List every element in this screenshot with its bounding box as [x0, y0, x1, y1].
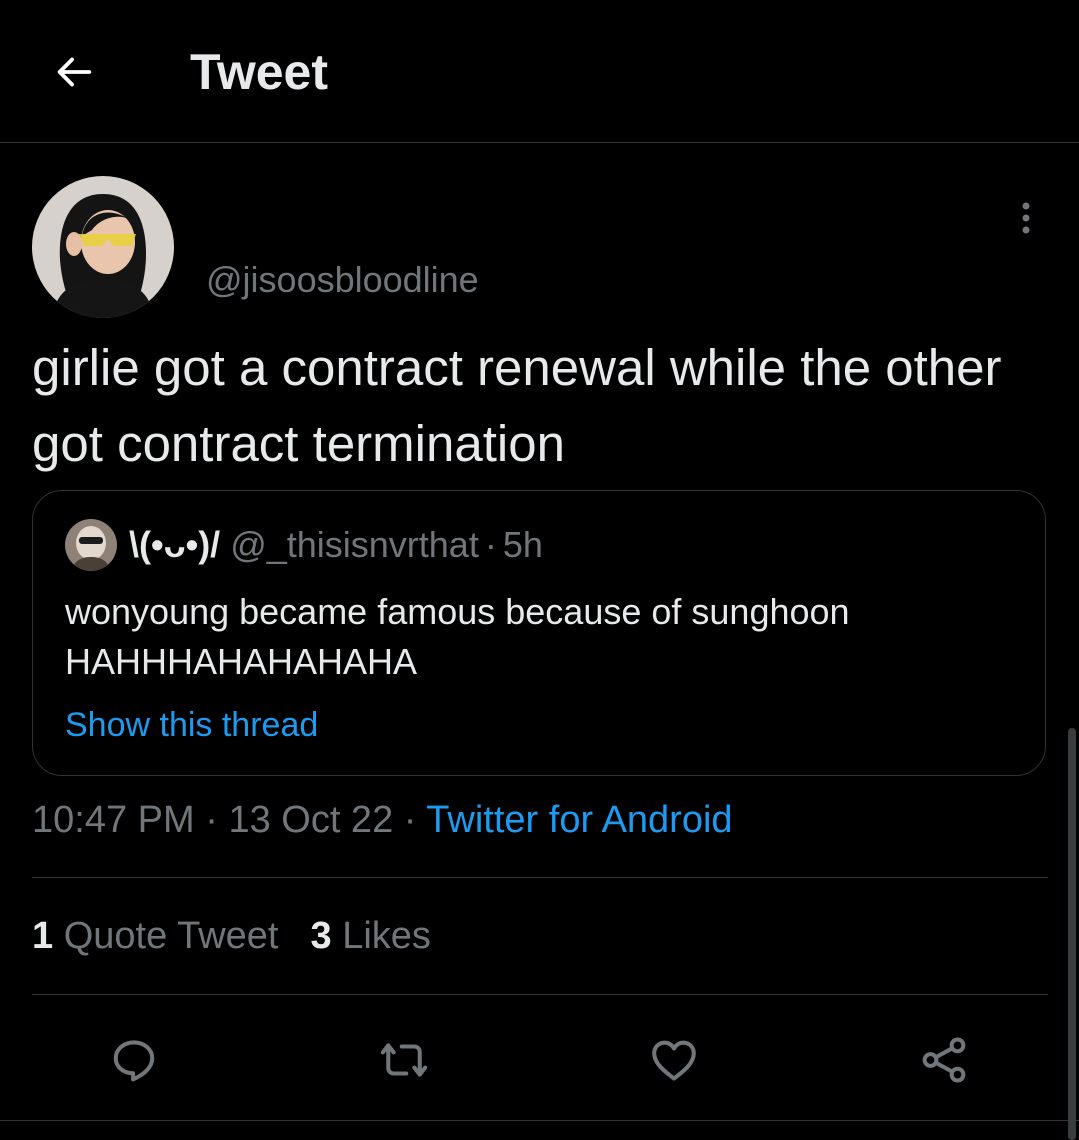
reply-icon: [113, 1040, 155, 1082]
divider: [32, 877, 1048, 878]
metadata-separator: ·: [205, 799, 218, 841]
tweet-metadata: 10:47 PM · 13 Oct 22 · Twitter for Andro…: [32, 796, 733, 844]
retweet-button[interactable]: [374, 1030, 434, 1090]
tweet-date: 13 Oct 22: [228, 799, 394, 841]
tweet-source-link[interactable]: Twitter for Android: [426, 799, 732, 841]
scrollbar[interactable]: [1068, 728, 1076, 1140]
back-button[interactable]: [46, 44, 102, 100]
share-button[interactable]: [914, 1030, 974, 1090]
quote-tweet-count: 1: [32, 915, 54, 957]
more-options-button[interactable]: [1004, 196, 1048, 240]
quoted-author-avatar[interactable]: [65, 519, 117, 571]
quoted-meta-separator: ·: [484, 524, 497, 565]
reply-button[interactable]: [104, 1030, 164, 1090]
tweet-text: girlie got a contract renewal while the …: [32, 339, 1002, 472]
like-count: 3: [310, 915, 332, 957]
quoted-author-handle[interactable]: @_thisisnvrthat: [230, 524, 479, 565]
share-icon: [922, 1037, 966, 1083]
author-handle[interactable]: @jisoosbloodline: [206, 258, 479, 302]
arrow-left-icon: [57, 57, 92, 87]
quoted-author-name[interactable]: \(•ᴗ•)/: [129, 524, 220, 565]
divider: [32, 994, 1048, 995]
show-thread-link[interactable]: Show this thread: [65, 703, 318, 747]
more-vertical-icon: [1022, 202, 1030, 234]
heart-icon: [652, 1040, 696, 1081]
quoted-tweet-time: 5h: [502, 524, 543, 565]
quote-tweet-label: Quote Tweet: [63, 915, 279, 957]
author-avatar[interactable]: [32, 176, 174, 318]
quote-tweets-stat[interactable]: 1 Quote Tweet: [32, 915, 278, 957]
tweet-time: 10:47 PM: [32, 799, 195, 841]
page-title: Tweet: [190, 44, 328, 100]
metadata-separator: ·: [403, 799, 417, 841]
quoted-tweet-card[interactable]: \(•ᴗ•)/@_thisisnvrthat · 5h wonyoung becam…: [32, 490, 1046, 776]
avatar-image: [32, 176, 174, 318]
quoted-avatar-image: [65, 519, 117, 571]
retweet-icon: [380, 1043, 428, 1077]
quoted-tweet-text: wonyoung became famous because of sungho…: [65, 591, 850, 682]
quoted-tweet-header: \(•ᴗ•)/@_thisisnvrthat · 5h: [129, 523, 543, 567]
likes-stat[interactable]: 3 Likes: [310, 915, 430, 957]
engagement-stats: 1 Quote Tweet 3 Likes: [32, 912, 463, 960]
like-button[interactable]: [644, 1030, 704, 1090]
divider: [0, 1120, 1079, 1121]
top-bar: Tweet: [0, 0, 1079, 143]
likes-label: Likes: [342, 915, 431, 957]
